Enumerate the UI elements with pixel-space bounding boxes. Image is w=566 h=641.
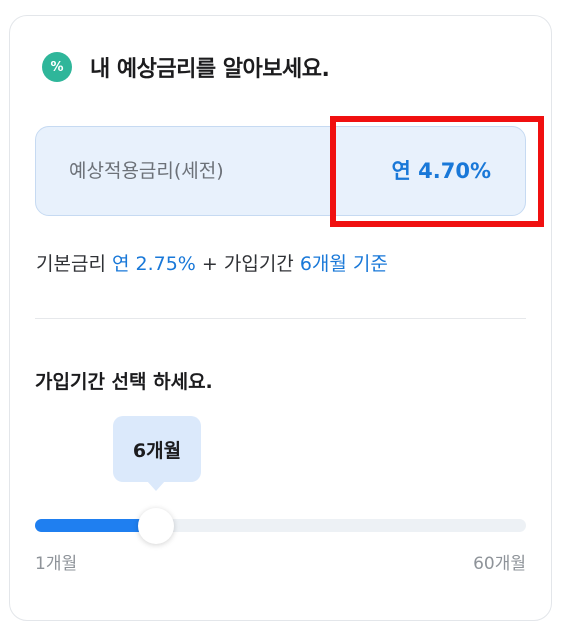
period-slider-thumb[interactable] <box>138 508 174 544</box>
base-rate-middle: + 가입기간 <box>195 253 300 275</box>
slider-min-label: 1개월 <box>35 554 78 574</box>
card-header: % 내 예상금리를 알아보세요. <box>42 51 330 83</box>
base-period-value: 6개월 기준 <box>299 253 388 275</box>
base-rate-description: 기본금리 연 2.75% + 가입기간 6개월 기준 <box>36 249 388 276</box>
slider-max-label: 60개월 <box>473 554 526 574</box>
base-rate-prefix: 기본금리 <box>36 253 112 275</box>
divider <box>35 318 526 319</box>
base-rate-value: 연 2.75% <box>111 253 196 275</box>
expected-rate-label: 예상적용금리(세전) <box>69 160 224 182</box>
slider-value-tooltip: 6개월 <box>113 416 201 482</box>
period-selector-title: 가입기간 선택 하세요. <box>35 371 213 393</box>
percent-icon: % <box>42 52 72 82</box>
highlight-box <box>330 116 544 227</box>
tooltip-arrow <box>147 481 165 491</box>
card-title: 내 예상금리를 알아보세요. <box>90 57 330 82</box>
